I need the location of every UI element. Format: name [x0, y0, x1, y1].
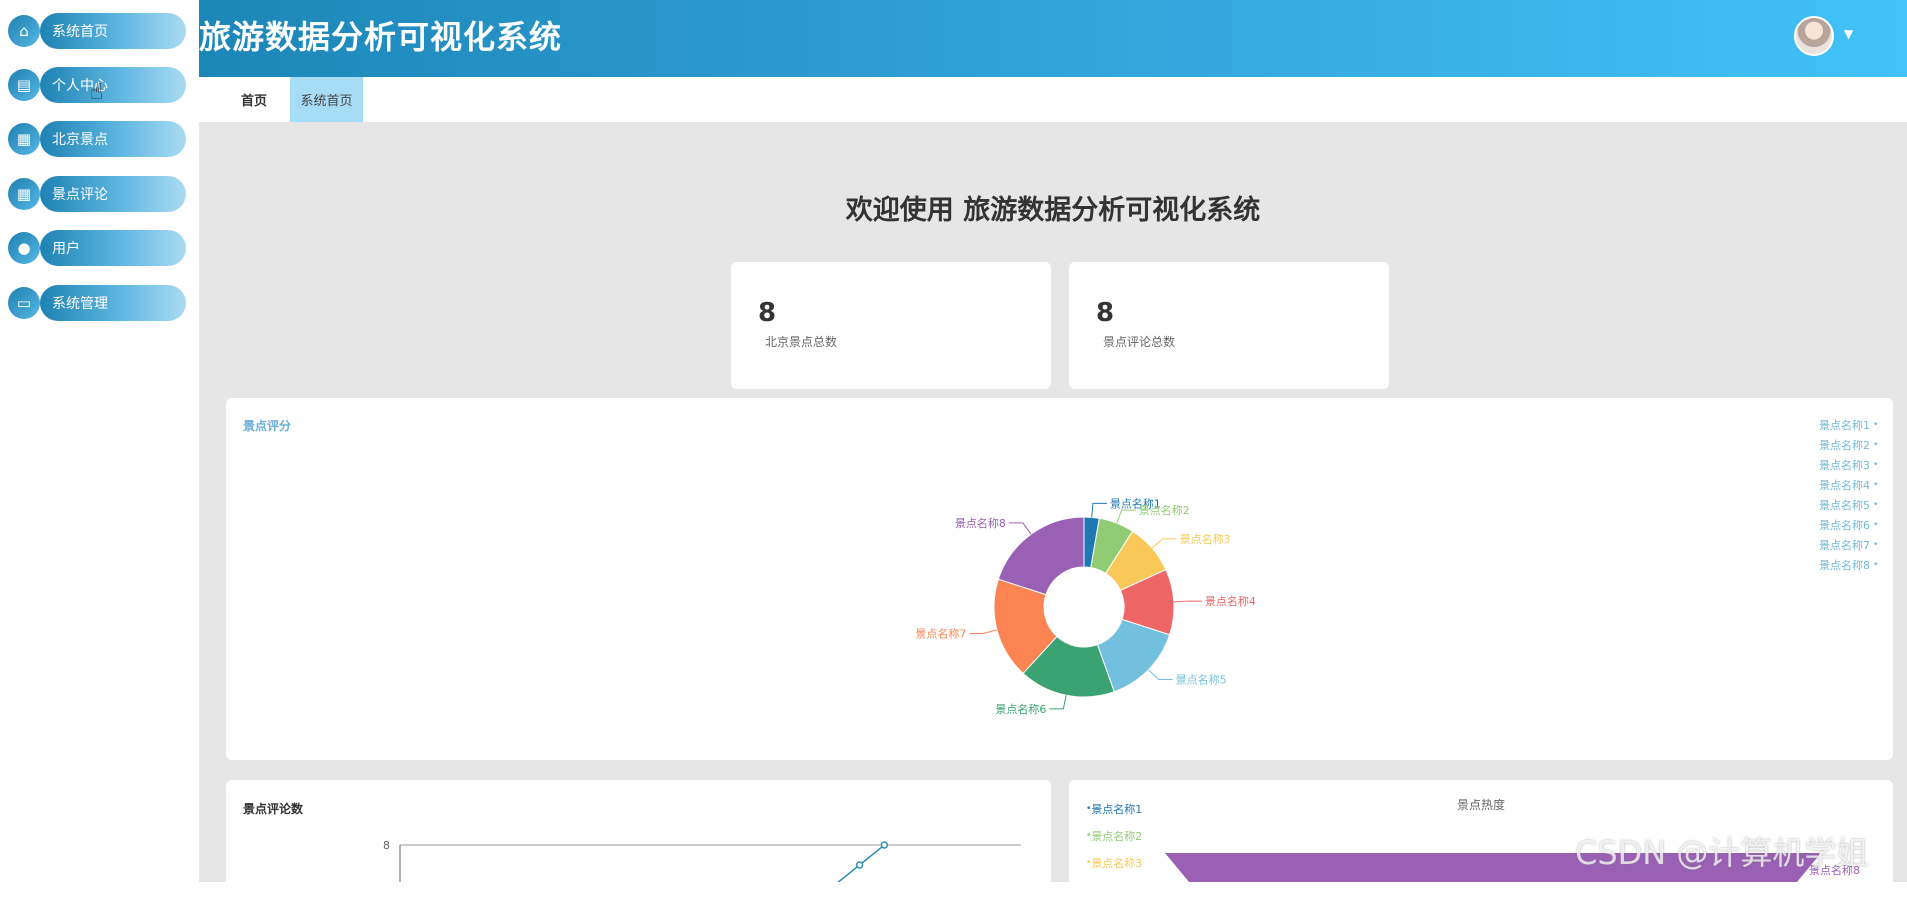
- stat-value: 8: [758, 298, 777, 328]
- profile-card-icon: ▤: [8, 69, 40, 101]
- main-content: 欢迎使用 旅游数据分析可视化系统 8 北京景点总数 8 景点评论总数 景点评分 …: [199, 122, 1907, 910]
- sidebar-item-label: 景点评论: [40, 176, 186, 212]
- sidebar-item-users[interactable]: ● 用户: [6, 229, 186, 267]
- hand-cursor-icon: ☝: [90, 80, 104, 105]
- pie-slice: [997, 516, 1085, 596]
- sidebar-item-label: 用户: [40, 230, 186, 266]
- sidebar-item-label: 个人中心: [40, 67, 186, 103]
- pie-label-line: [1008, 522, 1032, 535]
- home-icon: ⌂: [8, 15, 40, 47]
- sidebar-item-spot-comments[interactable]: ▦ 景点评论: [6, 175, 186, 213]
- pie-label-line: [1091, 502, 1107, 518]
- sidebar-item-label: 系统首页: [40, 13, 186, 49]
- data-point: [880, 841, 889, 849]
- user-icon: ●: [8, 232, 40, 264]
- stat-label: 北京景点总数: [765, 335, 838, 349]
- y-tick-label: 8: [383, 839, 390, 852]
- sidebar-item-home[interactable]: ⌂ 系统首页: [6, 12, 186, 50]
- sidebar: ⌂ 系统首页 ▤ 个人中心 ▦ 北京景点 ▦ 景点评论 ● 用户 ▭ 系统管理: [0, 0, 199, 882]
- pie-label-line: [1116, 509, 1136, 524]
- watermark: CSDN @计算机学姐: [1575, 834, 1869, 872]
- stat-card-comments: 8 景点评论总数: [1069, 262, 1389, 389]
- pie-label: 景点名称5: [1176, 672, 1227, 686]
- pie-label: 景点名称7: [915, 626, 966, 640]
- stat-label: 景点评论总数: [1103, 335, 1176, 349]
- spot-comments-line-chart: 8: [383, 839, 1021, 882]
- sidebar-item-label: 系统管理: [40, 285, 186, 321]
- tab-bar: 首页 系统首页: [199, 77, 1907, 122]
- pie-label: 景点名称4: [1205, 594, 1256, 608]
- stat-card-spots: 8 北京景点总数: [731, 262, 1051, 389]
- sidebar-item-beijing-spots[interactable]: ▦ 北京景点: [6, 120, 186, 158]
- pie-label: 景点名称8: [955, 516, 1006, 530]
- tab-system-home[interactable]: 系统首页: [290, 77, 363, 122]
- tab-home[interactable]: 首页: [219, 77, 289, 122]
- spot-score-donut-chart: 景点名称1景点名称2景点名称3景点名称4景点名称5景点名称6景点名称7景点名称8: [915, 496, 1256, 716]
- pie-label-line: [1148, 669, 1173, 680]
- sidebar-item-system-admin[interactable]: ▭ 系统管理: [6, 284, 186, 322]
- app-title: 旅游数据分析可视化系统: [199, 18, 563, 56]
- grid-icon: ▦: [8, 123, 40, 155]
- stat-value: 8: [1096, 298, 1115, 328]
- welcome-heading: 欢迎使用 旅游数据分析可视化系统: [845, 195, 1261, 226]
- pie-label-line: [1049, 695, 1067, 710]
- pie-label-line: [1151, 538, 1177, 549]
- chevron-down-icon[interactable]: ▼: [1844, 27, 1853, 41]
- monitor-icon: ▭: [8, 287, 40, 319]
- top-header: 旅游数据分析可视化系统 ▼: [199, 0, 1907, 77]
- avatar[interactable]: [1794, 16, 1834, 56]
- pie-label: 景点名称2: [1139, 503, 1190, 517]
- spot-score-panel: 景点评分 景点名称1 • 景点名称2 • 景点名称3 • 景点名称4 • 景点名称5 • 景点名称6…: [226, 398, 1893, 760]
- spot-comments-panel: 景点评论数 8: [226, 780, 1051, 910]
- pie-label-line: [969, 629, 998, 634]
- data-point: [855, 861, 864, 869]
- sidebar-item-label: 北京景点: [40, 121, 186, 157]
- pie-label: 景点名称6: [995, 702, 1046, 716]
- pie-label: 景点名称3: [1180, 532, 1231, 546]
- grid-icon: ▦: [8, 178, 40, 210]
- pie-label-line: [1173, 600, 1202, 603]
